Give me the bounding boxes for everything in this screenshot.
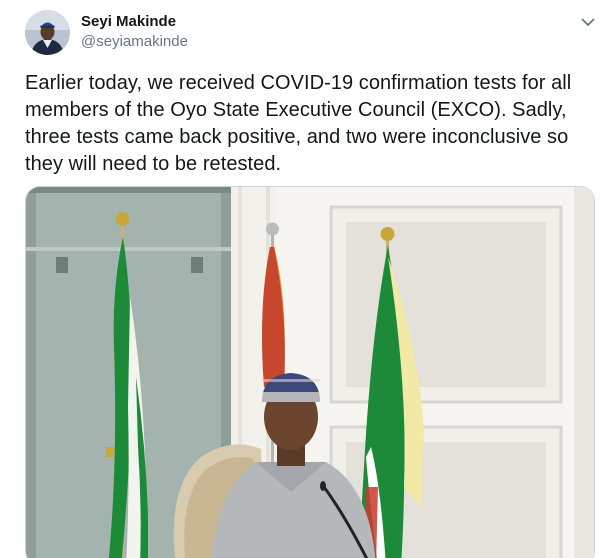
user-handle[interactable]: @seyiamakinde: [81, 32, 188, 52]
photo-content: [26, 187, 594, 558]
author-block[interactable]: Seyi Makinde @seyiamakinde: [81, 13, 188, 52]
avatar-image: [25, 10, 70, 55]
tweet-photo[interactable]: [25, 186, 595, 558]
avatar[interactable]: [25, 10, 70, 55]
tweet-card: Seyi Makinde @seyiamakinde Earlier today…: [0, 0, 612, 558]
more-options-button[interactable]: [578, 13, 598, 31]
display-name[interactable]: Seyi Makinde: [81, 13, 188, 31]
tweet-text: Earlier today, we received COVID-19 conf…: [25, 72, 572, 175]
chevron-down-icon: [581, 18, 595, 26]
